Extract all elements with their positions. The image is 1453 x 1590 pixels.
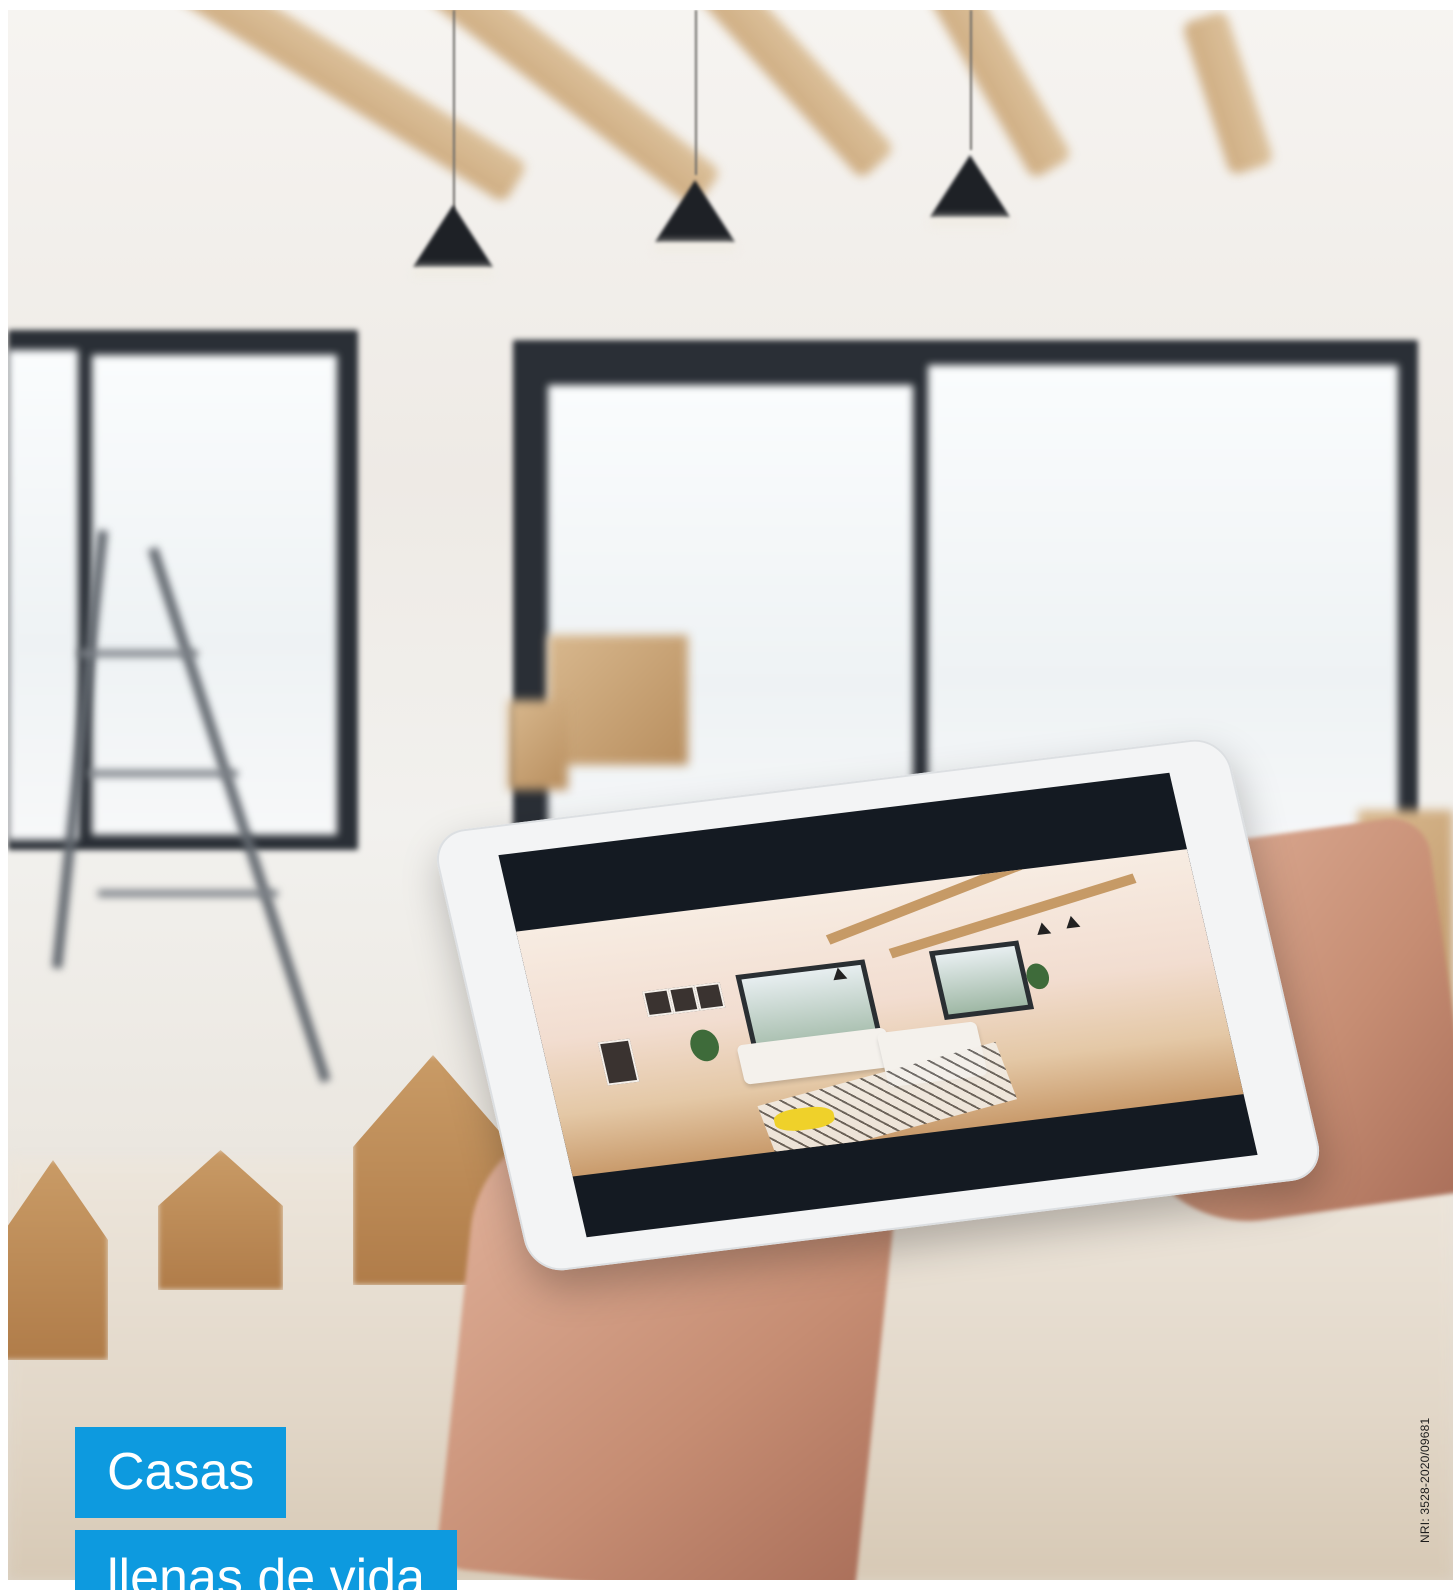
pendant-lamp-icon: [413, 205, 493, 267]
headline-line-1: Casas: [75, 1427, 287, 1518]
ceiling-beam: [394, 10, 722, 209]
living-room-render: [516, 849, 1244, 1177]
render-lamp-icon: [830, 966, 848, 981]
ladder-rung: [78, 650, 198, 657]
render-window: [928, 940, 1035, 1020]
wall-art: [597, 1038, 640, 1086]
wall-art: [693, 982, 726, 1011]
left-window-glass: [8, 350, 78, 840]
cardboard-box: [548, 635, 688, 765]
cardboard-box: [508, 700, 568, 790]
registration-number: NRI: 3528-2020/09681: [1418, 1417, 1432, 1543]
render-plant: [687, 1028, 723, 1063]
lamp-cord: [970, 10, 972, 150]
lamp-cord: [695, 10, 697, 175]
ladder-rung: [98, 890, 278, 897]
pendant-lamp-icon: [655, 180, 735, 242]
ceiling-beam: [147, 10, 529, 204]
ceiling-beam: [1181, 10, 1275, 177]
render-lamp-icon: [1063, 914, 1081, 929]
background-photo: [8, 10, 1453, 1580]
tablet-screen: [498, 772, 1258, 1238]
lamp-cord: [453, 10, 455, 210]
ladder-rung: [88, 770, 238, 777]
render-lamp-icon: [1034, 921, 1052, 936]
left-window-glass: [92, 355, 337, 835]
pendant-lamp-icon: [930, 155, 1010, 217]
headline-line-2: llenas de vida: [75, 1530, 457, 1590]
